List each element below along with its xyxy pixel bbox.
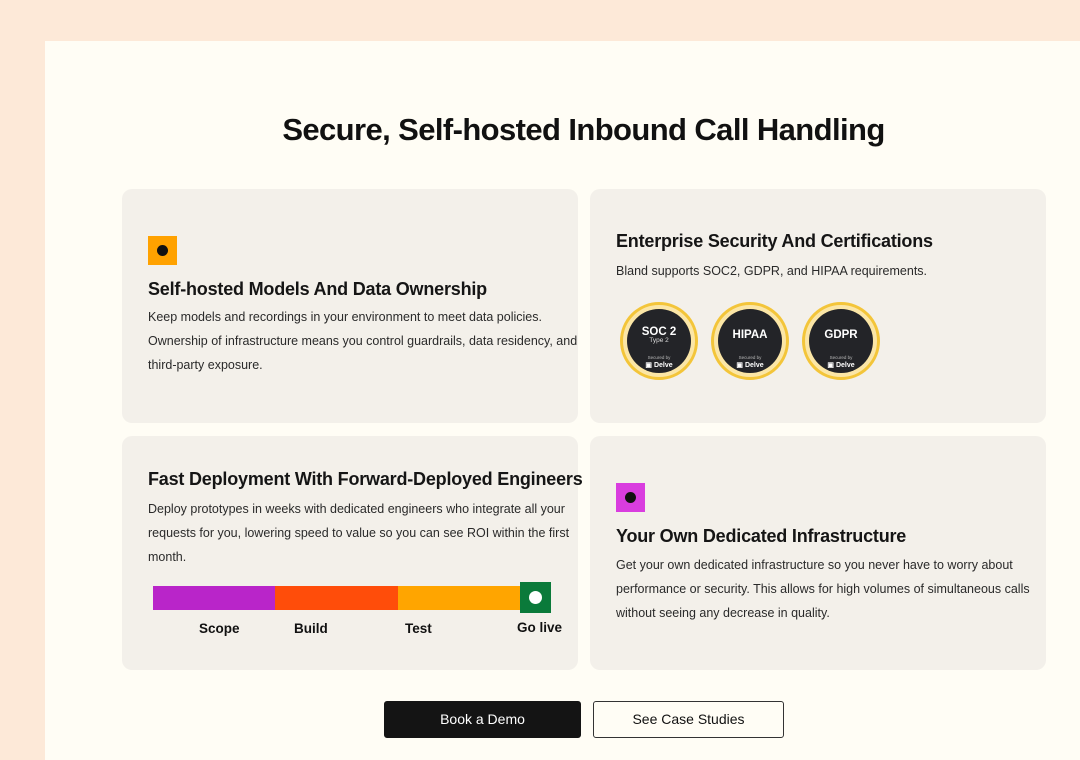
badge-name: GDPR bbox=[824, 329, 858, 341]
badge-brand-text: Delve bbox=[653, 362, 673, 369]
card-title-security: Enterprise Security And Certifications bbox=[616, 231, 933, 251]
timeline-test-segment bbox=[398, 586, 522, 610]
badge-brand: ▣ Delve bbox=[827, 362, 855, 369]
gdpr-badge: GDPR Secured by ▣ Delve bbox=[802, 302, 880, 380]
page-title: Secure, Self-hosted Inbound Call Handlin… bbox=[282, 112, 885, 147]
timeline-label-go-live: Go live bbox=[517, 620, 563, 635]
badge-brand-text: Delve bbox=[744, 362, 764, 369]
text-line: third-party exposure. bbox=[148, 358, 263, 372]
book-demo-button[interactable]: Book a Demo bbox=[384, 701, 581, 738]
text-line: month. bbox=[148, 550, 187, 564]
timeline-build-segment bbox=[275, 586, 398, 610]
card-title-deployment: Fast Deployment With Forward-Deployed En… bbox=[148, 469, 583, 489]
soc2-badge: SOC 2 Type 2 Secured by ▣ Delve bbox=[620, 302, 698, 380]
timeline-label-build: Build bbox=[294, 621, 328, 636]
card-text-infrastructure: Get your own dedicated infrastructure so… bbox=[616, 553, 1030, 625]
badge-brand: ▣ Delve bbox=[736, 362, 764, 369]
text-line: without seeing any decrease in quality. bbox=[616, 606, 830, 620]
card-text-deployment: Deploy prototypes in weeks with dedicate… bbox=[148, 497, 569, 569]
badge-secured-by: Secured by bbox=[738, 355, 762, 360]
timeline-scope-segment bbox=[153, 586, 275, 610]
badge-brand-text: Delve bbox=[835, 362, 855, 369]
badge-name: HIPAA bbox=[732, 329, 768, 341]
card-text-security: Bland supports SOC2, GDPR, and HIPAA req… bbox=[616, 264, 928, 278]
timeline-label-scope: Scope bbox=[199, 621, 240, 636]
orange-square-dot-icon bbox=[148, 236, 177, 265]
card-title-self-hosted: Self-hosted Models And Data Ownership bbox=[148, 279, 487, 299]
badge-sub: Type 2 bbox=[649, 337, 669, 344]
badge-secured-by: Secured by bbox=[829, 355, 853, 360]
badge-secured-by: Secured by bbox=[647, 355, 671, 360]
text-line: Ownership of infrastructure means you co… bbox=[148, 334, 578, 348]
text-line: Deploy prototypes in weeks with dedicate… bbox=[148, 502, 565, 516]
hipaa-badge: HIPAA Secured by ▣ Delve bbox=[711, 302, 789, 380]
text-line: performance or security. This allows for… bbox=[616, 582, 1030, 596]
text-line: requests for you, lowering speed to valu… bbox=[148, 526, 570, 540]
timeline-label-test: Test bbox=[405, 621, 432, 636]
magenta-square-dot-icon bbox=[616, 483, 645, 512]
card-text-self-hosted: Keep models and recordings in your envir… bbox=[148, 305, 577, 377]
go-live-marker-icon bbox=[520, 582, 551, 613]
text-line: Get your own dedicated infrastructure so… bbox=[616, 558, 1013, 572]
see-case-studies-button[interactable]: See Case Studies bbox=[593, 701, 784, 738]
text-line: Keep models and recordings in your envir… bbox=[148, 310, 542, 324]
badge-brand: ▣ Delve bbox=[645, 362, 673, 369]
card-title-infrastructure: Your Own Dedicated Infrastructure bbox=[616, 526, 907, 546]
